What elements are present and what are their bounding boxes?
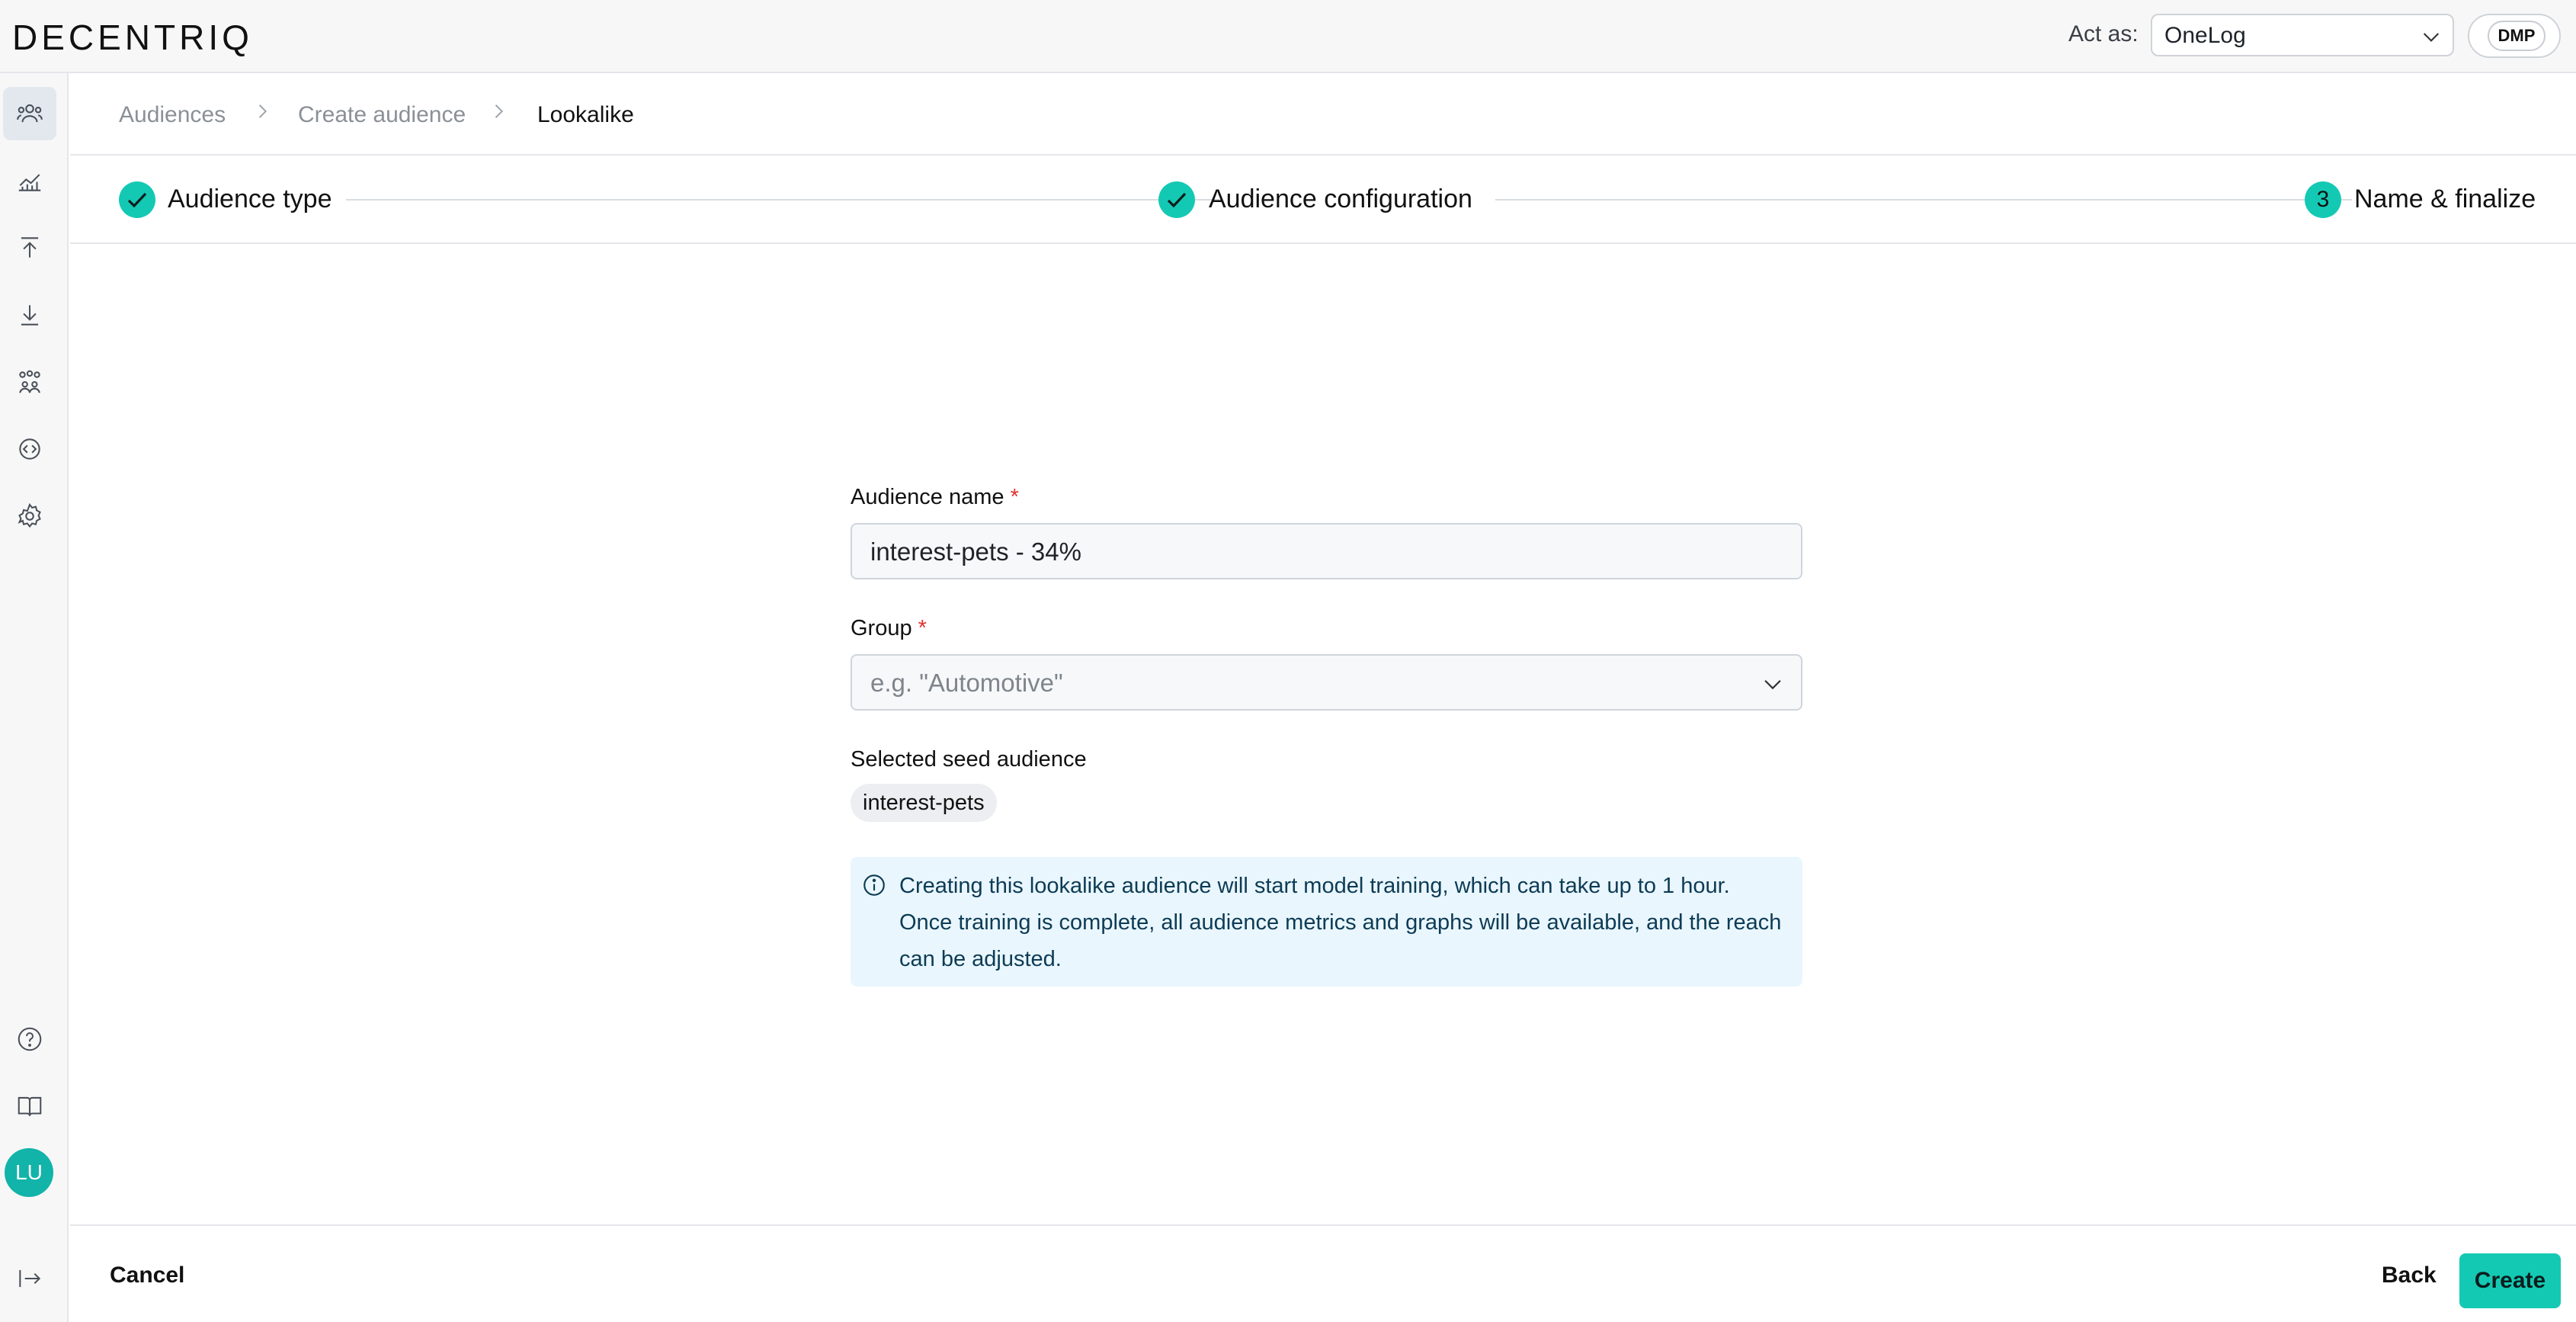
- breadcrumb-lookalike: Lookalike: [537, 102, 634, 127]
- mode-badge: DMP: [2488, 21, 2546, 51]
- group-placeholder: e.g. "Automotive": [870, 669, 1063, 697]
- step-2-complete-icon: [1158, 181, 1195, 218]
- audience-name-label: Audience name *: [851, 485, 1019, 509]
- sidebar-item-help[interactable]: [3, 1012, 56, 1066]
- breadcrumb: Audiences Create audience Lookalike: [70, 73, 2576, 156]
- step-1-label: Audience type: [168, 185, 332, 213]
- user-avatar[interactable]: LU: [5, 1148, 53, 1197]
- audience-name-input[interactable]: interest-pets - 34%: [851, 523, 1802, 579]
- training-info-alert: Creating this lookalike audience will st…: [851, 857, 1802, 987]
- cancel-button[interactable]: Cancel: [110, 1263, 184, 1288]
- create-button[interactable]: Create: [2459, 1253, 2561, 1308]
- sidebar-item-download[interactable]: [3, 288, 56, 342]
- act-as-select[interactable]: OneLog: [2151, 14, 2454, 56]
- wizard-footer: Cancel Back Create: [70, 1224, 2576, 1322]
- developer-code-icon: [19, 438, 40, 460]
- chevron-down-icon: [2423, 33, 2440, 42]
- sidebar: LU: [0, 73, 69, 1322]
- audience-name-value: interest-pets - 34%: [870, 537, 1081, 566]
- wizard-stepper: Audience type Audience configuration 3 N…: [70, 156, 2576, 244]
- chevron-down-icon: [1764, 679, 1781, 690]
- step-connector: [346, 199, 1221, 201]
- seed-audience-label: Selected seed audience: [851, 747, 1087, 772]
- group-select[interactable]: e.g. "Automotive": [851, 654, 1802, 711]
- chevron-right-icon: [495, 104, 503, 118]
- sidebar-item-upload[interactable]: [3, 221, 56, 274]
- sidebar-item-settings[interactable]: [3, 489, 56, 543]
- step-1-complete-icon: [119, 181, 155, 218]
- collapse-arrow-icon: [19, 1269, 41, 1288]
- sidebar-item-developer[interactable]: [3, 422, 56, 476]
- required-marker: *: [1010, 485, 1019, 509]
- settings-gear-icon: [18, 502, 41, 528]
- step-connector: [1495, 199, 2352, 201]
- chevron-right-icon: [258, 104, 267, 118]
- decentriq-logo[interactable]: DECENTRIQ: [12, 17, 253, 58]
- info-icon: [863, 874, 885, 896]
- upload-icon: [21, 237, 39, 258]
- breadcrumb-audiences[interactable]: Audiences: [119, 102, 226, 128]
- back-button[interactable]: Back: [2382, 1263, 2437, 1288]
- insights-chart-icon: [18, 174, 41, 191]
- group-label: Group *: [851, 616, 927, 640]
- help-icon: [18, 1027, 42, 1051]
- sidebar-item-docs[interactable]: [3, 1080, 56, 1133]
- seed-audience-chip: interest-pets: [851, 784, 997, 822]
- required-marker: *: [918, 616, 927, 640]
- sidebar-item-audiences[interactable]: [3, 87, 56, 140]
- step-3-label: Name & finalize: [2354, 185, 2536, 213]
- audiences-icon: [17, 104, 43, 123]
- top-bar: DECENTRIQ Act as: OneLog DMP: [0, 0, 2576, 73]
- step-2-label: Audience configuration: [1209, 185, 1472, 213]
- mode-switch[interactable]: DMP: [2468, 14, 2561, 58]
- group-people-icon: [19, 370, 40, 393]
- sidebar-item-insights[interactable]: [3, 154, 56, 207]
- breadcrumb-create-audience[interactable]: Create audience: [298, 102, 466, 128]
- sidebar-item-groups[interactable]: [3, 355, 56, 409]
- docs-book-icon: [18, 1096, 42, 1116]
- info-text: Creating this lookalike audience will st…: [899, 874, 1782, 971]
- sidebar-collapse-button[interactable]: [3, 1252, 56, 1305]
- act-as-value: OneLog: [2164, 23, 2246, 48]
- act-as-label: Act as:: [2068, 21, 2139, 47]
- download-icon: [21, 305, 39, 326]
- step-3-number: 3: [2305, 181, 2341, 218]
